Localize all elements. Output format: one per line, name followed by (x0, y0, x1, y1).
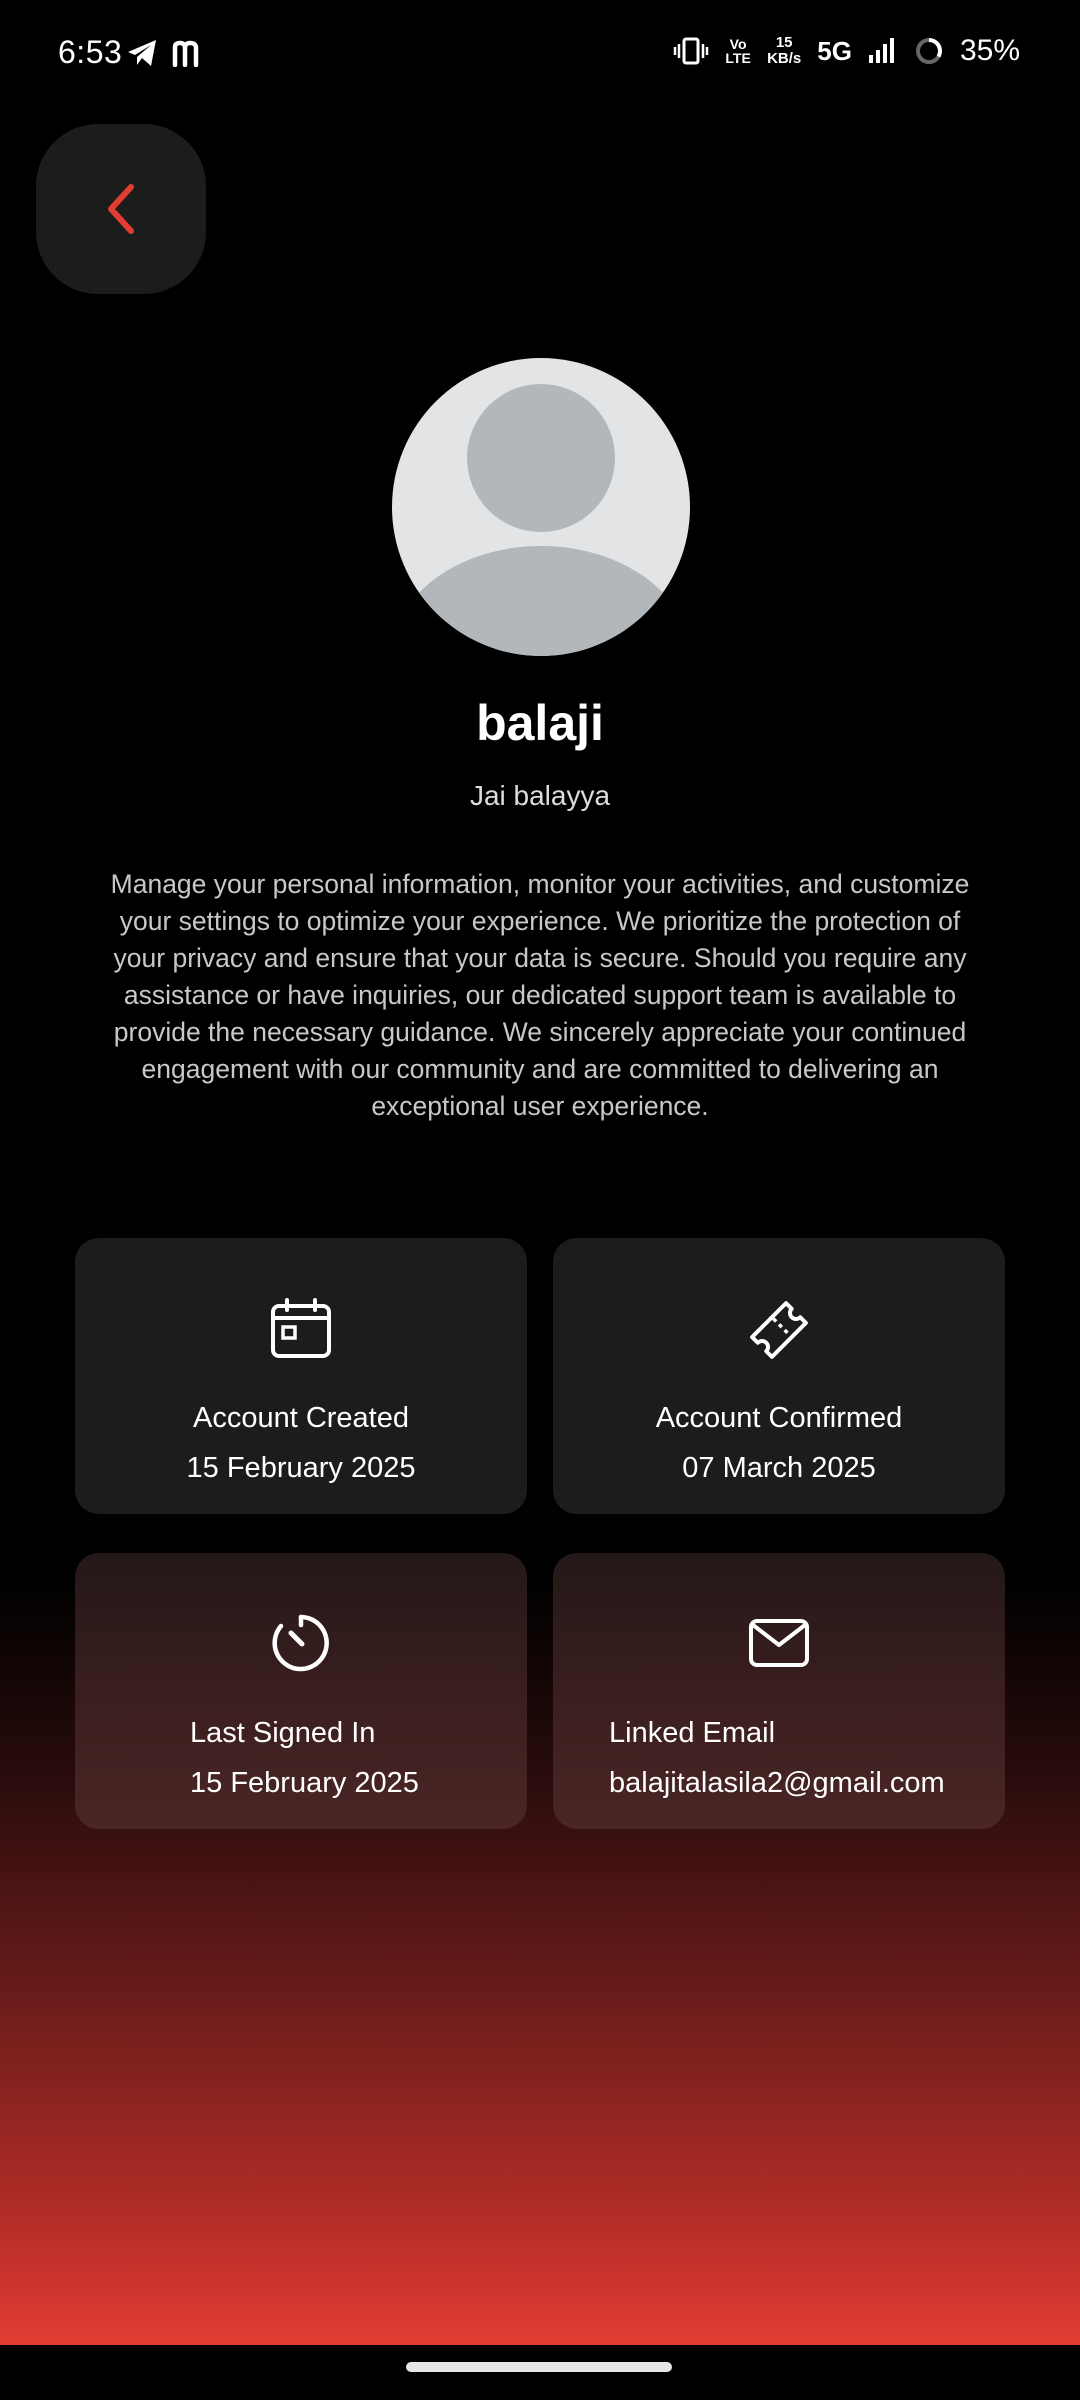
network-speed: 15 KB/s (767, 34, 802, 67)
profile-tagline: Jai balayya (469, 780, 611, 811)
signal-icon (868, 38, 894, 63)
default-user-icon (392, 384, 690, 656)
calendar-icon (271, 1298, 331, 1358)
linked-email-card: Linked Email balajitalasila2@gmail.com (553, 1553, 1005, 1829)
profile-name: balaji (476, 695, 604, 751)
home-indicator[interactable] (406, 2362, 672, 2372)
status-bar: 6:53 Vo LTE 15 KB/s 5G 35% (0, 0, 1080, 110)
account-confirmed-title: Account Confirmed (655, 1402, 903, 1434)
ticket-icon (750, 1301, 808, 1359)
timer-icon (272, 1614, 329, 1672)
chevron-left-icon (108, 184, 134, 234)
m-app-icon (172, 40, 199, 67)
account-created-date: 15 February 2025 (186, 1452, 416, 1484)
telegram-icon (128, 40, 156, 66)
network-type: 5G (817, 35, 852, 66)
vibrate-icon (673, 37, 709, 65)
account-created-title: Account Created (192, 1402, 409, 1434)
battery-percentage: 35% (959, 34, 1020, 67)
last-signed-in-date: 15 February 2025 (190, 1767, 419, 1799)
account-confirmed-card: Account Confirmed 07 March 2025 (553, 1238, 1005, 1514)
last-signed-in-title: Last Signed In (190, 1717, 376, 1749)
account-confirmed-date: 07 March 2025 (682, 1452, 876, 1484)
volte-indicator: Vo LTE (725, 36, 751, 66)
linked-email-address: balajitalasila2@gmail.com (609, 1767, 945, 1799)
avatar[interactable] (392, 358, 690, 656)
mail-icon (749, 1619, 809, 1667)
status-time: 6:53 (58, 34, 123, 70)
back-button[interactable] (36, 124, 206, 294)
account-created-card: Account Created 15 February 2025 (75, 1238, 527, 1514)
linked-email-title: Linked Email (609, 1717, 776, 1749)
battery-icon (915, 38, 942, 64)
last-signed-in-card: Last Signed In 15 February 2025 (75, 1553, 527, 1829)
profile-description: Manage your personal information, monito… (110, 869, 970, 1121)
